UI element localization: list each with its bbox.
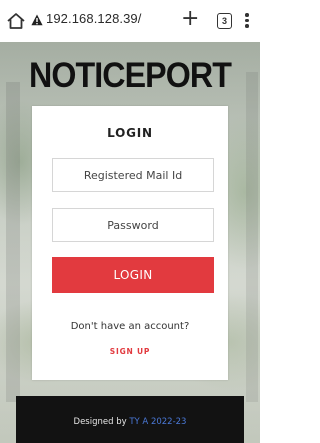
designed-by-label: Designed by — [73, 417, 127, 427]
credit-link[interactable]: TY A 2022-23 — [129, 417, 186, 427]
footer: Designed by TY A 2022-23 — [16, 396, 244, 443]
login-button[interactable]: LOGIN — [52, 257, 214, 293]
password-input[interactable] — [52, 208, 214, 242]
no-account-text: Don't have an account? — [70, 321, 190, 332]
email-input[interactable] — [52, 158, 214, 192]
tab-count-button[interactable]: 3 — [217, 13, 232, 29]
plus-icon[interactable]: + — [181, 8, 199, 30]
warning-icon[interactable] — [31, 14, 43, 26]
menu-icon[interactable] — [244, 12, 250, 30]
footer-text: Designed by TY A 2022-23 — [16, 417, 244, 427]
site-logo-title: NOTICEPORT — [29, 56, 232, 95]
address-bar-url[interactable]: 192.168.128.39/ — [46, 11, 141, 26]
login-card: LOGIN LOGIN Don't have an account? SIGN … — [32, 106, 228, 380]
signup-link[interactable]: SIGN UP — [32, 347, 228, 356]
home-icon[interactable] — [6, 12, 26, 30]
browser-toolbar: 192.168.128.39/ + 3 — [0, 0, 260, 42]
login-heading: LOGIN — [107, 126, 153, 140]
